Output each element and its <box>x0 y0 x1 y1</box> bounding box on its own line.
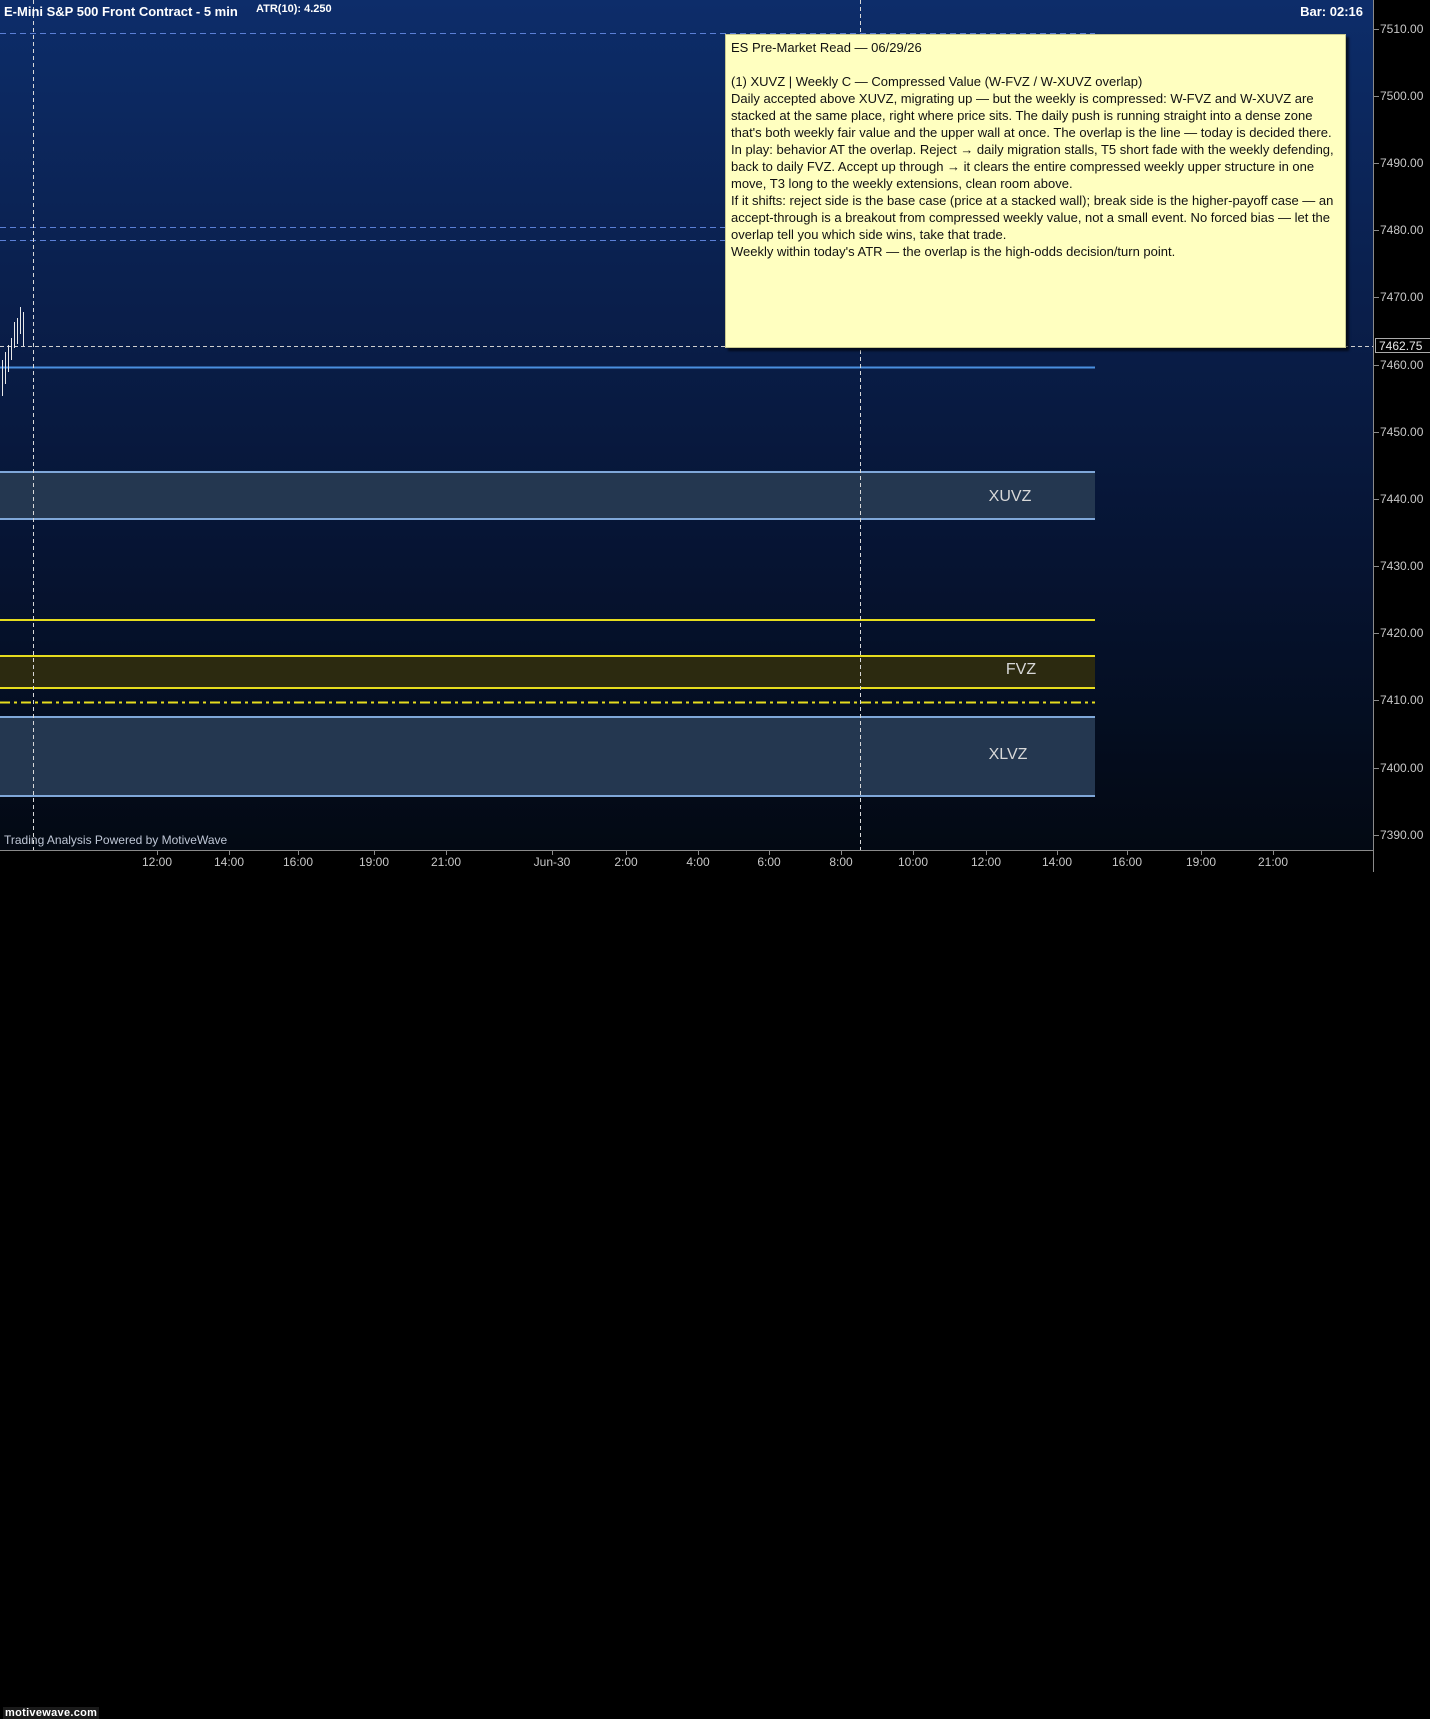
time-axis-label: 4:00 <box>686 855 710 869</box>
xuvz-label: XUVZ <box>988 488 1032 505</box>
xlvz-label: XLVZ <box>988 746 1028 763</box>
time-axis-label: 2:00 <box>614 855 638 869</box>
price-axis-label: 7490.00 <box>1380 156 1424 170</box>
time-axis-label: 14:00 <box>213 855 245 869</box>
time-axis-label: 12:00 <box>970 855 1002 869</box>
time-axis-label: 16:00 <box>282 855 314 869</box>
note-paragraph: Weekly within today's ATR — the overlap … <box>731 244 1176 259</box>
motivewave-logo[interactable]: motivewave.com <box>3 1707 100 1719</box>
price-axis-label: 7410.00 <box>1380 693 1424 707</box>
current-price-tag: 7462.75 <box>1375 338 1430 353</box>
price-axis-label: 7500.00 <box>1380 89 1424 103</box>
fvz-zone <box>0 656 1095 688</box>
time-axis-label: 10:00 <box>897 855 929 869</box>
price-axis-label: 7430.00 <box>1380 559 1424 573</box>
time-axis-label: 19:00 <box>358 855 390 869</box>
note-paragraph: In play: behavior AT the overlap. Reject… <box>731 142 1334 191</box>
note-heading: (1) XUVZ | Weekly C — Compressed Value (… <box>731 74 1143 89</box>
price-axis-label: 7510.00 <box>1380 22 1424 36</box>
time-axis-label: 12:00 <box>141 855 173 869</box>
watermark: Trading Analysis Powered by MotiveWave <box>4 833 228 847</box>
pre-market-note[interactable]: ES Pre-Market Read — 06/29/26 (1) XUVZ |… <box>725 34 1346 348</box>
xlvz-zone <box>0 717 1095 796</box>
price-axis-label: 7460.00 <box>1380 358 1424 372</box>
price-axis-label: 7400.00 <box>1380 761 1424 775</box>
price-bars <box>2 307 24 396</box>
price-axis-label: 7470.00 <box>1380 290 1424 304</box>
atr-indicator-label: ATR(10): 4.250 <box>256 3 332 15</box>
note-paragraph: Daily accepted above XUVZ, migrating up … <box>731 91 1332 140</box>
fvz-label: FVZ <box>1005 661 1037 678</box>
note-title: ES Pre-Market Read — 06/29/26 <box>731 40 922 55</box>
bar-timer: Bar: 02:16 <box>1300 4 1363 19</box>
time-axis-label: 16:00 <box>1111 855 1143 869</box>
time-axis-label: 8:00 <box>829 855 853 869</box>
time-axis-label: Jun-30 <box>533 855 571 869</box>
time-axis-label: 14:00 <box>1041 855 1073 869</box>
chart-title: E-Mini S&P 500 Front Contract - 5 min <box>4 4 238 19</box>
price-axis-label: 7420.00 <box>1380 626 1424 640</box>
chart-plot-area[interactable]: E-Mini S&P 500 Front Contract - 5 min AT… <box>0 0 1373 850</box>
note-paragraph: If it shifts: reject side is the base ca… <box>731 193 1334 242</box>
xuvz-zone <box>0 472 1095 519</box>
time-axis-label: 21:00 <box>1257 855 1289 869</box>
price-axis-label: 7480.00 <box>1380 223 1424 237</box>
time-axis-label: 21:00 <box>430 855 462 869</box>
time-axis-label: 19:00 <box>1185 855 1217 869</box>
price-axis-label: 7390.00 <box>1380 828 1424 842</box>
price-axis[interactable]: 7510.00 7500.00 7490.00 7480.00 7470.00 … <box>1373 0 1430 872</box>
time-axis[interactable]: 12:00 14:00 16:00 19:00 21:00 Jun-30 2:0… <box>0 850 1373 1719</box>
price-axis-label: 7440.00 <box>1380 492 1424 506</box>
time-axis-label: 6:00 <box>757 855 781 869</box>
price-axis-label: 7450.00 <box>1380 425 1424 439</box>
